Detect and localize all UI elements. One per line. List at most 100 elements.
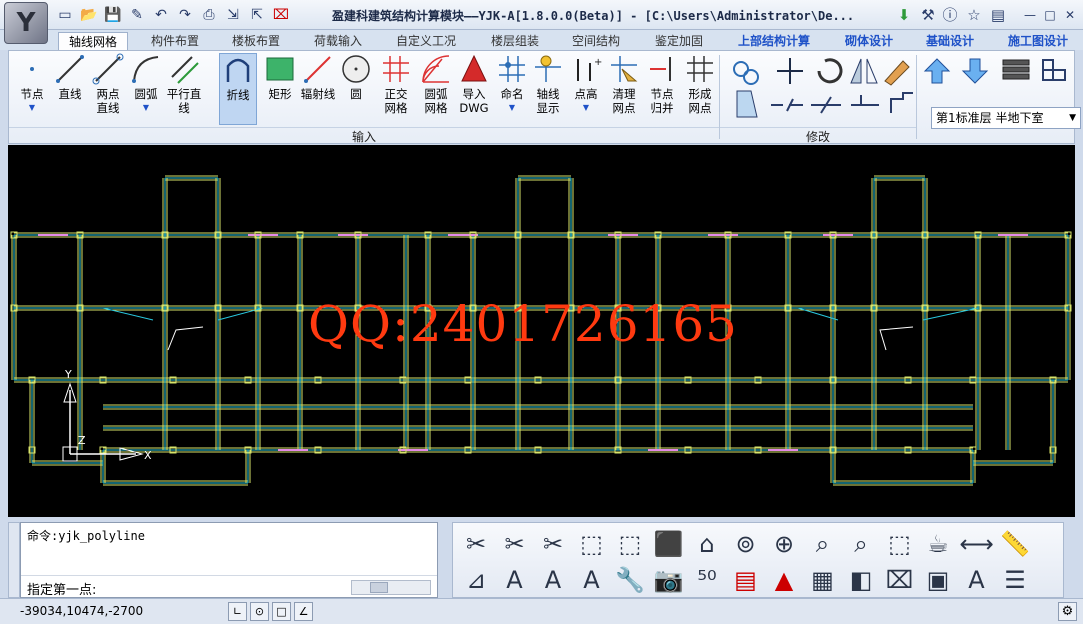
chevron-down-icon[interactable]: ▼ — [127, 101, 165, 115]
text-cursor-icon[interactable]: A — [498, 563, 532, 597]
modify-tools[interactable] — [727, 55, 917, 125]
zoom-window-icon[interactable]: ⌕ — [844, 527, 878, 561]
redo-icon[interactable]: ↷ — [176, 6, 194, 24]
cube-view-icon[interactable]: ⬚ — [613, 527, 647, 561]
panel-handle[interactable] — [8, 522, 20, 598]
ribbon-button-axis-display[interactable]: 轴线 显示 — [529, 53, 567, 125]
tab-load-input[interactable]: 荷载输入 — [314, 32, 362, 50]
new-file-icon[interactable]: ▭ — [56, 6, 74, 24]
tab-foundation-design[interactable]: 基础设计 — [926, 32, 974, 50]
cut-x-icon[interactable]: ✂ — [536, 527, 570, 561]
ribbon-button-orthogonal-grid[interactable]: 正交 网格 — [377, 53, 415, 125]
ribbon-button-two-point-line[interactable]: 两点 直线 — [89, 53, 127, 125]
rotate-icon[interactable] — [817, 58, 843, 84]
section-box-icon[interactable]: ⬚ — [883, 527, 917, 561]
floor-view-icon[interactable] — [1042, 59, 1066, 81]
ribbon-button-radial-line[interactable]: 辐射线 — [299, 53, 337, 125]
star-icon[interactable]: ☆ — [964, 5, 984, 25]
cube-view-icon[interactable]: ⬚ — [575, 527, 609, 561]
close-file-icon[interactable]: ⌧ — [272, 6, 290, 24]
pdf-icon[interactable]: ▤ — [729, 563, 763, 597]
gear-icon[interactable]: ⚙ — [1058, 602, 1077, 621]
undo-icon[interactable]: ↶ — [152, 6, 170, 24]
ruler-icon[interactable]: 📏 — [998, 527, 1032, 561]
tab-custom-case[interactable]: 自定义工况 — [396, 32, 456, 50]
tab-masonry-design[interactable]: 砌体设计 — [845, 32, 893, 50]
dimension-icon[interactable]: ⊿ — [459, 563, 493, 597]
ortho-toggle[interactable]: ∟ — [228, 602, 247, 621]
cube-solid-icon[interactable]: ⬛ — [652, 527, 686, 561]
tab-appraisal[interactable]: 鉴定加固 — [655, 32, 703, 50]
tab-member-layout[interactable]: 构件布置 — [151, 32, 199, 50]
ribbon-button-clean-grid[interactable]: 清理 网点 — [605, 53, 643, 125]
command-prompt[interactable]: 指定第一点: — [27, 579, 96, 598]
print-icon[interactable]: ⎙ — [200, 6, 218, 24]
extend-icon[interactable] — [771, 98, 803, 112]
save-icon[interactable]: 💾 — [104, 6, 122, 24]
tab-upper-structure-calc[interactable]: 上部结构计算 — [738, 32, 810, 50]
building-icon[interactable]: ▦ — [806, 563, 840, 597]
chevron-down-icon[interactable]: ▼ — [567, 101, 605, 115]
floor-up-icon[interactable] — [923, 58, 951, 84]
ribbon-button-arc-grid[interactable]: 圆弧 网格 — [417, 53, 455, 125]
tab-space-structure[interactable]: 空间结构 — [572, 32, 620, 50]
list-icon[interactable]: ☰ — [998, 563, 1032, 597]
orbit-icon[interactable]: ⊚ — [729, 527, 763, 561]
import-icon[interactable]: ⇲ — [224, 6, 242, 24]
clear-icon[interactable]: ⌧ — [883, 563, 917, 597]
align-icon[interactable] — [851, 95, 879, 106]
drawing-canvas[interactable]: QQ:2401726165 Y Z X — [8, 145, 1075, 517]
text-style-icon[interactable]: A — [575, 563, 609, 597]
chevron-down-icon[interactable]: ▼ — [1069, 108, 1076, 128]
teapot-icon[interactable]: ☕ — [921, 527, 955, 561]
tab-slab-layout[interactable]: 楼板布置 — [232, 32, 280, 50]
download-arrow-icon[interactable]: ⬇ — [894, 5, 914, 25]
floor-selector[interactable]: 第1标准层 半地下室 ▼ — [931, 107, 1081, 129]
move-icon[interactable] — [777, 58, 803, 84]
cut-x-icon[interactable]: ✂ — [498, 527, 532, 561]
camera-icon[interactable]: 📷 — [652, 563, 686, 597]
grid-toggle[interactable]: □ — [272, 602, 291, 621]
help-icon[interactable]: ⓘ — [940, 5, 960, 25]
cut-x-icon[interactable]: ✂ — [459, 527, 493, 561]
snap-toggle[interactable]: ⊙ — [250, 602, 269, 621]
copy-circles-icon[interactable] — [733, 61, 759, 85]
layers-icon[interactable]: ◧ — [844, 563, 878, 597]
command-window[interactable]: 命令:yjk_polyline 指定第一点: — [20, 522, 438, 598]
ribbon-button-form-grid[interactable]: 形成 网点 — [681, 53, 719, 125]
image-icon[interactable]: ▣ — [921, 563, 955, 597]
ribbon-button-circle[interactable]: 圆 — [337, 53, 375, 125]
floor-nav-tools[interactable] — [923, 55, 1073, 95]
chevron-down-icon[interactable]: ▼ — [493, 101, 531, 115]
ribbon-button-node[interactable]: 节点 ▼ — [13, 53, 51, 125]
ribbon-button-merge-nodes[interactable]: 节点 归并 — [643, 53, 681, 125]
home-view-icon[interactable]: ⌂ — [690, 527, 724, 561]
wrench-icon[interactable]: 🔧 — [613, 563, 647, 597]
tab-axis-grid[interactable]: 轴线网格 — [58, 32, 129, 50]
yjk-logo-icon[interactable]: Y — [4, 2, 48, 44]
tools-icon[interactable]: ⚒ — [918, 5, 938, 25]
open-folder-icon[interactable]: 📂 — [80, 6, 98, 24]
polar-toggle[interactable]: ∠ — [294, 602, 313, 621]
zoom-icon[interactable]: ⌕ — [806, 527, 840, 561]
tab-construction-drawing[interactable]: 施工图设计 — [1008, 32, 1068, 50]
minimize-button[interactable]: — — [1020, 5, 1040, 25]
ribbon-button-naming[interactable]: 命名 ▼ — [493, 53, 531, 125]
mirror-icon[interactable] — [850, 58, 878, 84]
maximize-button[interactable]: □ — [1040, 5, 1060, 25]
ribbon-button-rectangle[interactable]: 矩形 — [261, 53, 299, 125]
trim-icon[interactable] — [811, 96, 841, 114]
break-icon[interactable] — [890, 92, 913, 113]
window-menu-icon[interactable]: ▤ — [988, 5, 1008, 25]
dwg-icon[interactable]: ▲ — [767, 563, 801, 597]
tab-floor-assembly[interactable]: 楼层组装 — [491, 32, 539, 50]
ribbon-button-arc[interactable]: 圆弧 ▼ — [127, 53, 165, 125]
ribbon-button-line[interactable]: 直线 — [51, 53, 89, 125]
command-scrollbar[interactable] — [351, 580, 431, 595]
erase-icon[interactable] — [884, 60, 910, 86]
scale-icon[interactable]: ⁵⁰ — [690, 563, 724, 597]
export-icon[interactable]: ⇱ — [248, 6, 266, 24]
ribbon-button-import-dwg[interactable]: 导入 DWG — [455, 53, 493, 125]
text-box-icon[interactable]: A — [960, 563, 994, 597]
ribbon-button-polyline[interactable]: 折线 — [219, 53, 257, 125]
